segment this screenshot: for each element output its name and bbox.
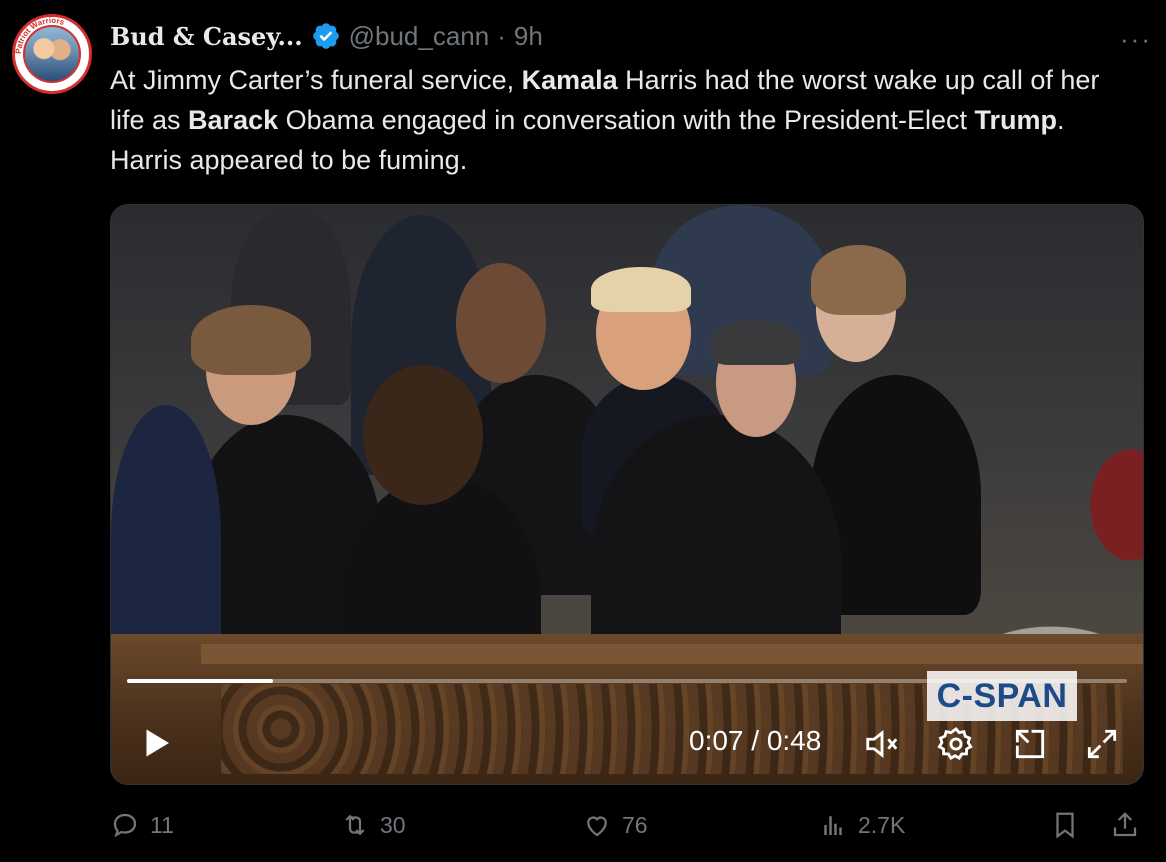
video-time: 0:07 / 0:48 (689, 725, 822, 756)
share-button[interactable] (1110, 810, 1140, 840)
handle[interactable]: @bud_cann (349, 21, 490, 52)
avatar-ring-text: Patriot Warriors (15, 17, 66, 54)
repost-icon (345, 814, 365, 836)
view-count: 2.7K (858, 811, 906, 838)
tweet-header: Bud & Casey... @bud_cann · 9h (110, 18, 543, 54)
video-progress-bar[interactable] (127, 679, 1127, 683)
tweet-text-segment: At Jimmy Carter’s funeral service, (110, 65, 522, 95)
hair (591, 267, 691, 312)
tweet-text-segment: Obama engaged in conversation with the P… (278, 105, 975, 135)
face (456, 263, 546, 383)
video-player[interactable]: C-SPAN 0:07 / 0:48 (110, 204, 1144, 785)
display-name[interactable]: Bud & Casey... (110, 22, 303, 51)
tweet-text-bold: Trump (974, 105, 1058, 135)
avatar-ring: Patriot Warriors (15, 17, 66, 54)
bookmark-button[interactable] (1050, 810, 1080, 840)
reply-icon (113, 813, 137, 838)
views-icon (824, 816, 842, 835)
mute-icon[interactable] (863, 725, 901, 763)
repost-button[interactable]: 30 (340, 810, 406, 840)
tweet-text-bold: Kamala (521, 65, 618, 95)
hair (191, 305, 311, 375)
hair (363, 365, 483, 505)
video-progress-fill (127, 679, 273, 683)
views-button[interactable]: 2.7K (818, 810, 905, 840)
video-controls: 0:07 / 0:48 (111, 715, 1143, 771)
tweet-text-bold: Barack (188, 105, 279, 135)
play-icon[interactable] (139, 723, 175, 763)
like-count: 76 (622, 811, 648, 838)
svg-text:Patriot Warriors: Patriot Warriors (15, 17, 66, 54)
hair (711, 320, 801, 365)
like-button[interactable]: 76 (582, 810, 648, 840)
bookmark-icon (1056, 812, 1074, 839)
heart-icon (587, 816, 607, 837)
pew-rail (201, 644, 1143, 664)
avatar[interactable]: Patriot Warriors (12, 14, 92, 94)
more-options-icon[interactable]: ··· (1120, 24, 1152, 55)
reply-count: 11 (150, 811, 174, 838)
seated-figure (111, 405, 221, 665)
settings-icon[interactable] (937, 725, 975, 763)
hair (811, 245, 906, 315)
separator-dot: · (497, 20, 506, 51)
repost-count: 30 (380, 811, 406, 838)
pip-icon[interactable] (1011, 725, 1049, 763)
verified-badge-icon[interactable] (311, 21, 341, 51)
share-icon (1113, 812, 1137, 837)
timestamp[interactable]: 9h (514, 21, 543, 52)
fullscreen-icon[interactable] (1083, 725, 1121, 763)
tweet-text: At Jimmy Carter’s funeral service, Kamal… (110, 60, 1120, 180)
tweet-actions: 11 30 76 2.7K (110, 810, 1146, 854)
reply-button[interactable]: 11 (110, 810, 174, 840)
